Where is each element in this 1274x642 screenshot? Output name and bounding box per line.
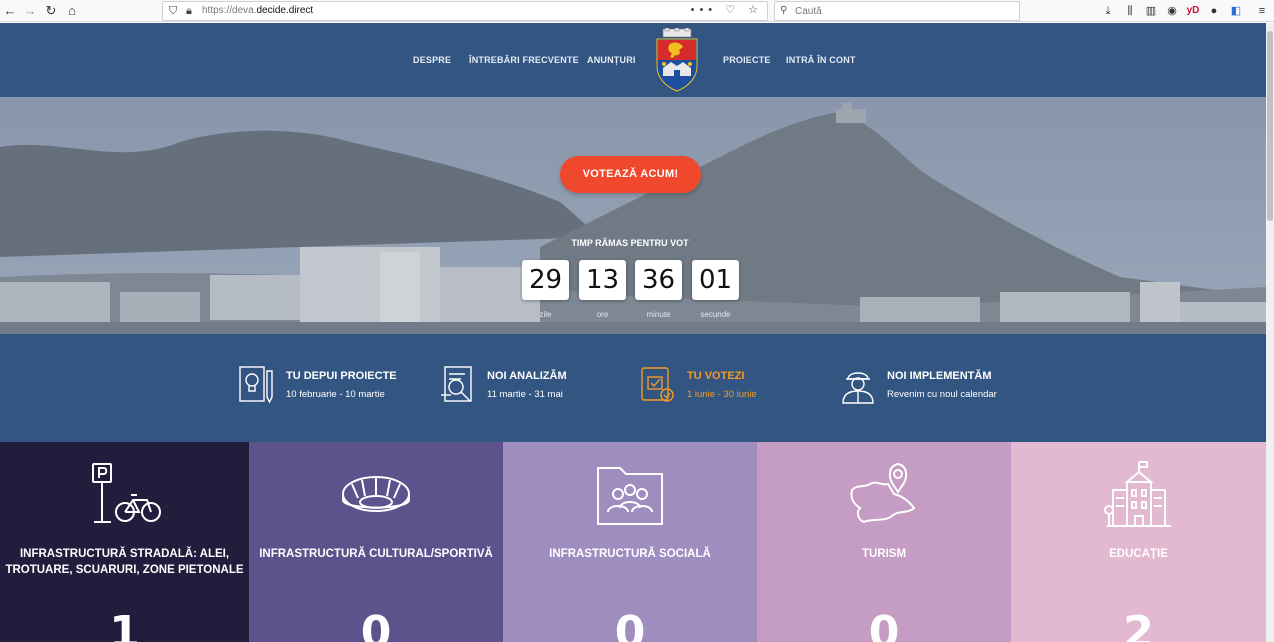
url-prefix: https://deva. (202, 5, 257, 16)
browser-toolbar: ← → ↻ ⌂ ⛉ 🔒︎ https://deva.decide.direct … (0, 0, 1274, 22)
step-2-date: 11 martie - 31 mai (487, 389, 563, 400)
menu-icon[interactable]: ≡ (1254, 3, 1270, 19)
idea-pencil-icon (239, 366, 273, 404)
hero-background-image (0, 97, 1266, 334)
nav-despre[interactable]: DESPRE (413, 55, 451, 65)
map-pin-icon (850, 462, 916, 524)
back-arrow-icon[interactable]: ← (1, 2, 19, 20)
url-text[interactable]: https://deva.decide.direct (202, 5, 313, 16)
timer-minutes-unit: minute (646, 310, 671, 319)
page-actions-icon[interactable]: ••• ♡ ☆ (691, 3, 763, 16)
timer-minutes-box: 36 (635, 260, 682, 300)
step-1-title: TU DEPUI PROIECTE (286, 370, 397, 382)
category-count: 0 (360, 607, 392, 642)
yd-extension-icon[interactable]: yD (1185, 3, 1201, 19)
people-folder-icon (597, 467, 663, 525)
category-infrastructura-sociala[interactable]: INFRASTRUCTURĂ SOCIALĂ 0 (503, 442, 757, 642)
step-1-date: 10 februarie - 10 martie (286, 389, 385, 400)
mask-extension-icon[interactable]: ● (1206, 3, 1222, 19)
translate-icon[interactable]: ◧ (1228, 3, 1244, 19)
scrollbar-thumb[interactable] (1267, 31, 1273, 221)
category-title: INFRASTRUCTURĂ CULTURAL/SPORTIVĂ (259, 548, 493, 560)
vote-check-icon (641, 367, 674, 402)
search-bar[interactable]: ⚲ (774, 1, 1020, 21)
process-steps: TU DEPUI PROIECTE 10 februarie - 10 mart… (0, 334, 1266, 442)
extension-icon[interactable]: ◉ (1164, 3, 1180, 19)
nav-intrebari-frecvente[interactable]: ÎNTREBĂRI FRECVENTE (469, 55, 579, 65)
reload-icon[interactable]: ↻ (42, 2, 60, 20)
step-4-date: Revenim cu noul calendar (887, 389, 997, 400)
page-scrollbar[interactable] (1266, 23, 1274, 642)
magnifier-document-icon (441, 366, 472, 402)
category-title: INFRASTRUCTURĂ SOCIALĂ (549, 548, 711, 560)
search-input[interactable] (795, 4, 1015, 19)
step-3-title: TU VOTEZI (687, 370, 745, 382)
school-building-icon (1103, 461, 1171, 527)
category-educatie[interactable]: EDUCAȚIE 2 (1011, 442, 1266, 642)
timer-seconds-value: 01 (698, 265, 733, 295)
vote-now-button[interactable]: VOTEAZĂ ACUM! (560, 156, 701, 193)
sidebar-icon[interactable]: ▥ (1143, 3, 1159, 19)
timer-label: TIMP RĂMAS PENTRU VOT (571, 238, 689, 248)
parking-bicycle-icon (91, 463, 161, 523)
timer-hours-box: 13 (579, 260, 626, 300)
timer-seconds-box: 01 (692, 260, 739, 300)
shield-icon[interactable]: ⛉ (169, 4, 177, 18)
search-icon: ⚲ (780, 5, 788, 16)
category-cultural-sportiva[interactable]: INFRASTRUCTURĂ CULTURAL/SPORTIVĂ 0 (249, 442, 503, 642)
page: DESPRE ÎNTREBĂRI FRECVENTE ANUNȚURI PROI… (0, 23, 1266, 642)
worker-helmet-icon (842, 372, 874, 404)
city-crest-logo[interactable] (655, 28, 699, 92)
category-count: 1 (109, 607, 140, 642)
nav-anunturi[interactable]: ANUNȚURI (587, 55, 636, 65)
nav-intra-in-cont[interactable]: INTRĂ ÎN CONT (786, 55, 856, 65)
step-3-date: 1 iunie - 30 iunie (687, 389, 757, 400)
stadium-icon (342, 476, 410, 512)
timer-hours-unit: ore (596, 310, 609, 319)
category-infrastructura-stradala[interactable]: INFRASTRUCTURĂ STRADALĂ: ALEI, TROTUARE,… (0, 442, 249, 642)
category-title: EDUCAȚIE (1109, 548, 1168, 560)
timer-minutes-value: 36 (641, 265, 676, 295)
category-count: 2 (1123, 607, 1154, 642)
forward-arrow-icon[interactable]: → (21, 2, 39, 20)
step-4-title: NOI IMPLEMENTĂM (887, 370, 992, 382)
timer-days-value: 29 (528, 265, 563, 295)
category-title: INFRASTRUCTURĂ STRADALĂ: ALEI, TROTUARE,… (5, 548, 244, 576)
lock-icon: 🔒︎ (186, 5, 192, 17)
category-title: TURISM (861, 548, 907, 560)
library-icon[interactable]: ⫼ (1122, 3, 1138, 19)
download-icon[interactable]: ⤓ (1100, 3, 1116, 19)
timer-days-box: 29 (522, 260, 569, 300)
nav-proiecte[interactable]: PROIECTE (723, 55, 771, 65)
home-icon[interactable]: ⌂ (63, 2, 81, 20)
step-2-title: NOI ANALIZĂM (487, 370, 567, 382)
url-bar[interactable]: ⛉ 🔒︎ https://deva.decide.direct ••• ♡ ☆ (162, 1, 768, 21)
site-header: DESPRE ÎNTREBĂRI FRECVENTE ANUNȚURI PROI… (0, 23, 1266, 97)
category-count: 0 (614, 607, 646, 642)
hero-section: VOTEAZĂ ACUM! TIMP RĂMAS PENTRU VOT 29 1… (0, 97, 1266, 334)
category-count: 0 (868, 607, 900, 642)
timer-seconds-unit: secunde (700, 310, 731, 319)
timer-days-unit: zile (539, 310, 552, 319)
timer-hours-value: 13 (585, 265, 620, 295)
category-turism[interactable]: TURISM 0 (757, 442, 1011, 642)
url-domain: decide.direct (256, 5, 314, 16)
